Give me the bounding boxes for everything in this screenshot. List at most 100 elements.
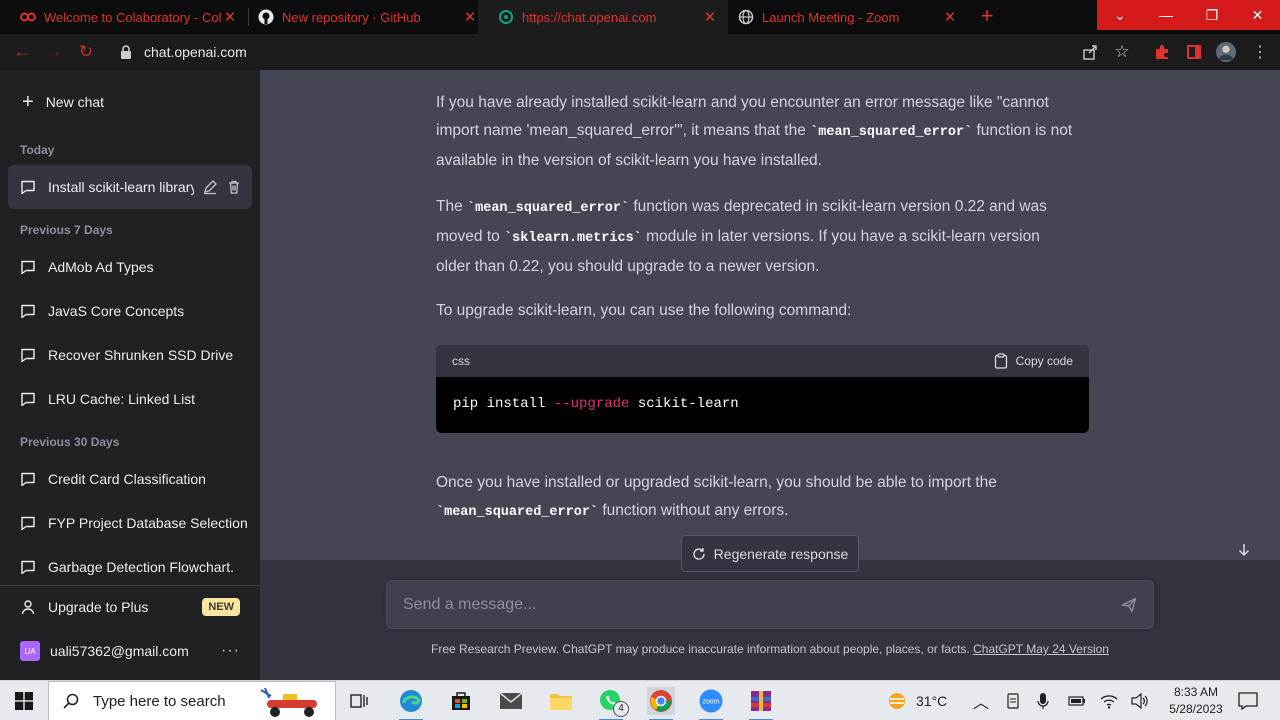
chat-item-credit-card[interactable]: Credit Card Classification [8, 457, 252, 501]
new-chat-button[interactable]: + New chat [8, 80, 252, 124]
version-link[interactable]: ChatGPT May 24 Version [973, 642, 1109, 656]
code-block-header: css Copy code [436, 345, 1089, 377]
clock-time: 8:33 AM [1173, 685, 1219, 699]
globe-icon [738, 9, 754, 25]
mail-icon[interactable] [497, 687, 525, 715]
taskbar-clock[interactable]: 8:33 AM 5/28/2023 [1160, 684, 1232, 718]
chat-item-label: FYP Project Database Selection [48, 515, 248, 531]
battery-icon[interactable] [1068, 681, 1086, 720]
show-hidden-icons-chevron-icon[interactable]: ︿ [973, 681, 989, 720]
windows-start-icon[interactable] [10, 687, 38, 715]
whatsapp-unread-badge: 4 [613, 701, 629, 717]
chat-item-garbage-detection[interactable]: Garbage Detection Flowchart. [8, 545, 252, 589]
chat-item-install-scikit-learn[interactable]: Install scikit-learn library [8, 165, 252, 209]
new-tab-button[interactable]: + [976, 5, 998, 27]
code-token: pip install [453, 396, 554, 412]
back-icon[interactable]: ← [12, 42, 32, 62]
text-span: function without any errors. [598, 502, 789, 519]
search-placeholder: Type here to search [93, 692, 226, 710]
more-options-icon[interactable]: ··· [221, 642, 240, 660]
microphone-icon[interactable] [1037, 681, 1049, 720]
url-bar[interactable]: chat.openai.com [108, 38, 1138, 66]
chat-item-javas[interactable]: JavaS Core Concepts [8, 289, 252, 333]
edit-pencil-icon[interactable] [202, 179, 218, 195]
inline-code: `mean_squared_error` [467, 201, 630, 216]
regenerate-response-button[interactable]: Regenerate response [681, 535, 859, 572]
task-view-icon[interactable] [346, 687, 374, 715]
profile-avatar[interactable] [1216, 42, 1236, 62]
file-explorer-icon[interactable] [547, 687, 575, 715]
weather-temp: 31°C [916, 693, 948, 709]
side-panel-icon[interactable] [1184, 42, 1204, 62]
edge-icon[interactable] [397, 687, 425, 720]
tab-zoom[interactable]: Launch Meeting - Zoom ✕ [718, 0, 968, 34]
inline-code: `mean_squared_error` [810, 125, 973, 140]
chat-item-recover-ssd[interactable]: Recover Shrunken SSD Drive [8, 333, 252, 377]
chat-bubble-icon [21, 348, 35, 363]
bookmark-star-icon[interactable]: ☆ [1112, 42, 1132, 62]
restore-button[interactable]: ❐ [1189, 0, 1235, 30]
url-text: chat.openai.com [144, 44, 247, 60]
weather-sun-icon [889, 693, 905, 709]
tablet-icon[interactable] [1005, 681, 1021, 720]
plus-icon: + [22, 91, 34, 113]
message-placeholder: Send a message... [403, 595, 537, 613]
user-avatar: UA [20, 641, 40, 661]
volume-icon[interactable] [1131, 681, 1149, 720]
tab-colab[interactable]: Welcome to Colaboratory - Colab ✕ [0, 0, 248, 34]
zoom-icon[interactable]: zoom [697, 687, 725, 720]
regenerate-label: Regenerate response [713, 545, 849, 562]
chat-main: If you have already installed scikit-lea… [260, 70, 1280, 680]
upgrade-label: Upgrade to Plus [48, 599, 149, 615]
user-email: uali57362@gmail.com [50, 643, 189, 659]
whatsapp-icon[interactable]: 4 [597, 687, 629, 720]
text-span: Once you have installed or upgraded scik… [436, 474, 997, 491]
tab-search-chevron-icon[interactable]: ⌄ [1097, 0, 1143, 30]
tab-github[interactable]: New repository · GitHub ✕ [238, 0, 488, 34]
group-previous-7-days: Previous 7 Days [20, 223, 113, 237]
close-tab-icon[interactable]: ✕ [942, 8, 958, 26]
weather-widget[interactable]: 31°C [886, 681, 947, 720]
wifi-icon[interactable] [1100, 681, 1118, 720]
close-tab-icon[interactable]: ✕ [702, 8, 718, 26]
microsoft-store-icon[interactable] [447, 687, 475, 715]
colab-icon [20, 9, 36, 25]
close-tab-icon[interactable]: ✕ [222, 8, 238, 26]
openai-icon [498, 9, 514, 25]
notification-center-icon[interactable] [1238, 681, 1258, 720]
account-menu-button[interactable]: UA uali57362@gmail.com ··· [8, 629, 252, 673]
chat-item-label: Garbage Detection Flowchart. [48, 559, 234, 575]
chat-bubble-icon [21, 304, 35, 319]
share-icon[interactable] [1080, 42, 1100, 62]
extensions-icon[interactable] [1152, 42, 1172, 62]
forward-icon[interactable]: → [44, 42, 64, 62]
scroll-to-bottom-icon[interactable] [1234, 540, 1254, 560]
reload-icon[interactable]: ↻ [76, 42, 96, 62]
chat-item-fyp-database[interactable]: FYP Project Database Selection [8, 501, 252, 545]
minimize-button[interactable]: — [1143, 0, 1189, 30]
inline-code: `mean_squared_error` [436, 505, 599, 520]
copy-code-button[interactable]: Copy code [994, 353, 1073, 369]
github-icon [258, 9, 274, 25]
trash-icon[interactable] [226, 179, 242, 195]
chat-item-label: Install scikit-learn library [48, 179, 194, 195]
chat-item-lru-cache[interactable]: LRU Cache: Linked List [8, 377, 252, 421]
code-content: pip install --upgrade scikit-learn [436, 377, 1089, 431]
chat-item-admob[interactable]: AdMob Ad Types [8, 245, 252, 289]
close-window-button[interactable]: ✕ [1235, 0, 1280, 30]
browser-menu-icon[interactable]: ⋮ [1250, 42, 1270, 62]
chat-item-label: AdMob Ad Types [48, 259, 154, 275]
tab-chatgpt[interactable]: https://chat.openai.com ✕ [478, 0, 728, 34]
close-tab-icon[interactable]: ✕ [462, 8, 478, 26]
send-icon[interactable] [1121, 597, 1137, 613]
winrar-icon[interactable] [747, 687, 775, 720]
tab-title: Launch Meeting - Zoom [762, 9, 900, 25]
inline-code: `sklearn.metrics` [504, 231, 642, 246]
copy-code-label: Copy code [1015, 354, 1073, 368]
message-input[interactable]: Send a message... [386, 580, 1154, 629]
disclaimer-body: Free Research Preview. ChatGPT may produ… [431, 642, 974, 656]
taskbar-search-box[interactable]: Type here to search [48, 681, 336, 720]
upgrade-to-plus-button[interactable]: Upgrade to Plus NEW [8, 585, 252, 629]
chrome-icon[interactable] [647, 687, 675, 720]
chat-bubble-icon [21, 260, 35, 275]
